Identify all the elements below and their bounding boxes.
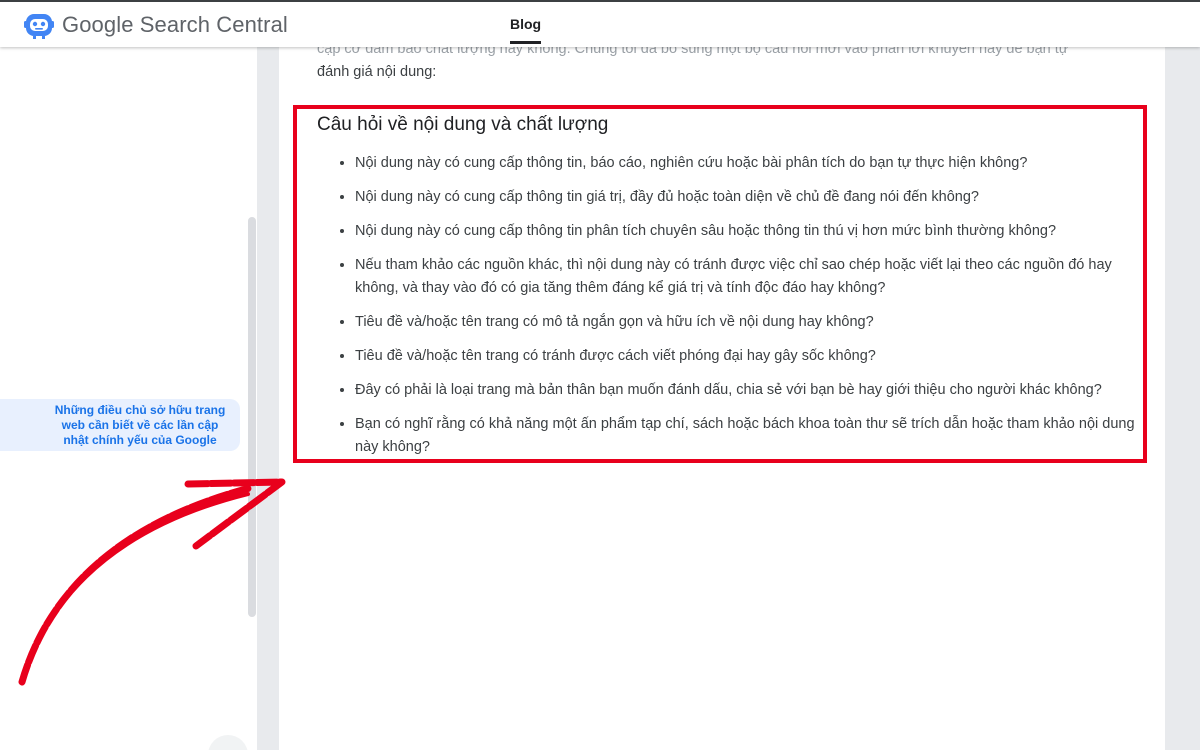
article-content: cập cơ đảm bảo chất lượng hay không. Chú…	[279, 30, 1165, 750]
list-item: Tiêu đề và/hoặc tên trang có mô tả ngắn …	[355, 311, 1137, 334]
list-item: Bạn có nghĩ rằng có khả năng một ấn phẩm…	[355, 413, 1137, 459]
list-item: Tiêu đề và/hoặc tên trang có tránh được …	[355, 345, 1137, 368]
intro-line: đánh giá nội dung:	[317, 64, 437, 80]
list-item: Nếu tham khảo các nguồn khác, thì nội du…	[355, 254, 1137, 300]
scroll-to-top-button[interactable]	[208, 735, 248, 750]
search-central-logo-icon[interactable]	[24, 11, 54, 39]
question-list: Nội dung này có cung cấp thông tin, báo …	[317, 152, 1137, 470]
sidebar-scrollbar[interactable]	[248, 217, 256, 617]
left-sidebar: Những điều chủ sở hữu trang web cần biết…	[0, 47, 257, 750]
sidebar-item-active[interactable]: Những điều chủ sở hữu trang web cần biết…	[0, 399, 240, 451]
top-app-bar: Google Search Central Blog	[0, 0, 1200, 47]
list-item: Nội dung này có cung cấp thông tin, báo …	[355, 152, 1137, 175]
list-item: Đây có phải là loại trang mà bản thân bạ…	[355, 379, 1137, 402]
list-item: Nội dung này có cung cấp thông tin giá t…	[355, 186, 1137, 209]
list-item: Nội dung này có cung cấp thông tin phân …	[355, 220, 1137, 243]
site-title[interactable]: Google Search Central	[62, 12, 288, 38]
section-heading: Câu hỏi về nội dung và chất lượng	[317, 114, 609, 135]
page: Google Search Central Blog Những điều ch…	[0, 0, 1200, 750]
nav-tab-blog[interactable]: Blog	[510, 16, 542, 44]
